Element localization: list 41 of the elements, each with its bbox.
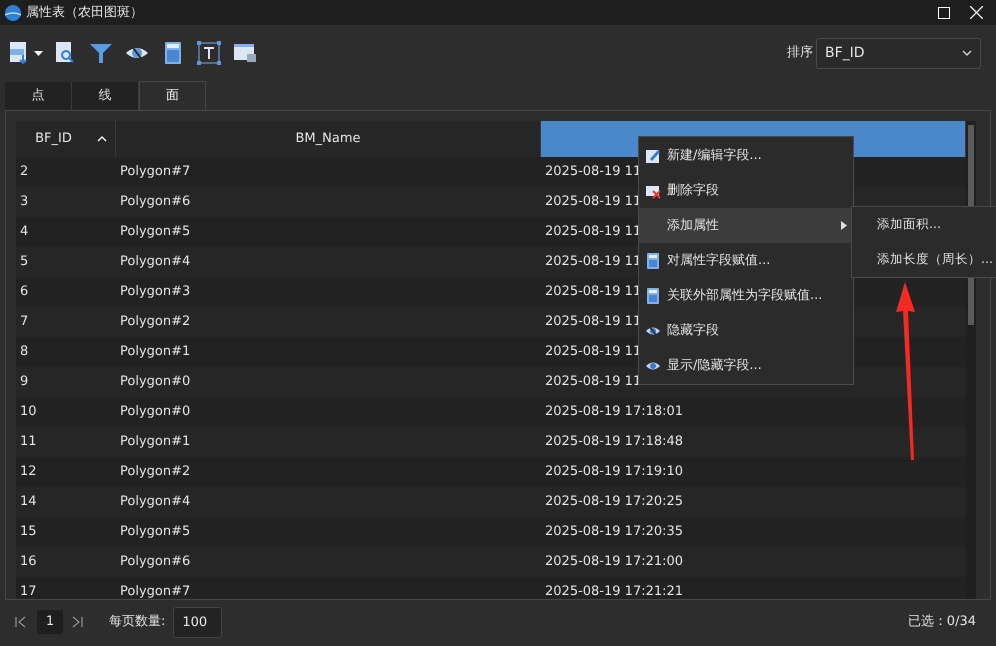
table-cell-text: 8 xyxy=(20,343,28,362)
table-cell-text: 2025-08-19 17:21:00 xyxy=(545,553,684,572)
table-cell-text: Polygon#3 xyxy=(120,283,190,302)
table-cell-text: Polygon#1 xyxy=(120,433,190,452)
table-cell-text: Polygon#6 xyxy=(120,553,190,572)
table-cell-text: 2025-08-19 17:20:35 xyxy=(545,523,684,542)
table-cell-text: 2025-08-19 17:18:48 xyxy=(545,433,684,452)
table-cell-text: 9 xyxy=(20,373,28,392)
table-cell-text: 2025-08-19 17:19:10 xyxy=(545,463,684,482)
table-cell-text: 16 xyxy=(20,553,37,572)
page-size-label: 每页数量: xyxy=(109,613,166,632)
table-cell-text: Polygon#2 xyxy=(120,313,190,332)
table-cell-text: Polygon#4 xyxy=(120,493,190,512)
table-cell-text: 14 xyxy=(20,493,37,512)
table-cell-text: Polygon#5 xyxy=(120,223,190,242)
table-cell-text: Polygon#7 xyxy=(120,583,190,599)
table-cell-text: 11 xyxy=(20,433,37,452)
table-cell-text: Polygon#5 xyxy=(120,523,190,542)
table-cell-text: 12 xyxy=(20,463,37,482)
table-cell-text: Polygon#0 xyxy=(120,403,190,422)
sort-label: 排序 xyxy=(787,44,813,62)
table-cell-text: 6 xyxy=(20,283,28,302)
table-cell-text: 17 xyxy=(20,583,37,599)
table-cell-text: 15 xyxy=(20,523,37,542)
table-cell-text: Polygon#2 xyxy=(120,463,190,482)
table-cell-text: Polygon#4 xyxy=(120,253,190,272)
table-cell-text: 2025-08-19 17:20:25 xyxy=(545,493,684,512)
table-cell-text: 7 xyxy=(20,313,28,332)
table-cell-text: Polygon#6 xyxy=(120,193,190,212)
selection-count: 已选：0/34 xyxy=(908,613,976,632)
table-cell-text: 2025-08-19 17:18:01 xyxy=(545,403,684,422)
table-cell-text: 4 xyxy=(20,223,28,242)
table-cell-text: Polygon#7 xyxy=(120,163,190,182)
table-cell-text: 2 xyxy=(20,163,28,182)
window-title: 属性表（农田图斑） xyxy=(26,4,143,22)
table-cell-text: 2025-08-19 17:21:21 xyxy=(545,583,684,599)
table-cell-text: 5 xyxy=(20,253,28,272)
table-cell-text: Polygon#1 xyxy=(120,343,190,362)
table-cell-text: 3 xyxy=(20,193,28,212)
table-cell-text: 10 xyxy=(20,403,37,422)
table-cell-text: Polygon#0 xyxy=(120,373,190,392)
